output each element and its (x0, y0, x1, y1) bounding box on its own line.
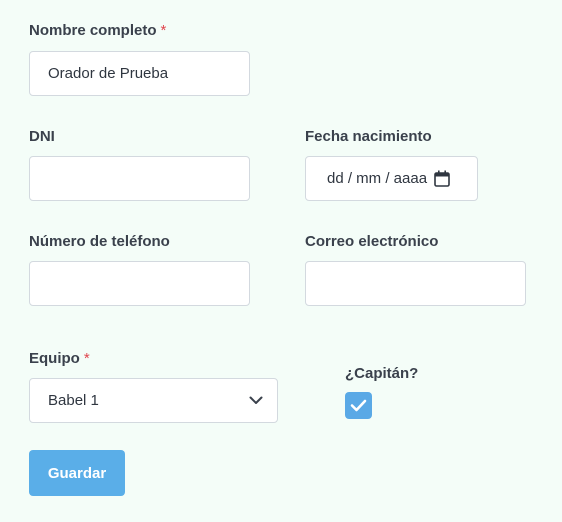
full-name-value: Orador de Prueba (48, 65, 169, 82)
chevron-down-icon (249, 396, 263, 405)
email-input[interactable] (305, 261, 526, 306)
team-selected-value: Babel 1 (48, 392, 99, 409)
checkmark-icon (350, 399, 367, 412)
team-label-text: Equipo (29, 350, 80, 367)
team-label: Equipo * (29, 350, 90, 367)
phone-label: Número de teléfono (29, 233, 170, 250)
team-select[interactable]: Babel 1 (29, 378, 278, 423)
full-name-input[interactable]: Orador de Prueba (29, 51, 250, 96)
save-button[interactable]: Guardar (29, 450, 125, 496)
calendar-icon[interactable] (434, 170, 450, 187)
full-name-label: Nombre completo * (29, 22, 166, 39)
captain-checkbox[interactable] (345, 392, 372, 419)
birth-date-placeholder: dd / mm / aaaa (327, 170, 428, 187)
email-label: Correo electrónico (305, 233, 439, 250)
dni-input[interactable] (29, 156, 250, 201)
birth-date-input[interactable]: dd / mm / aaaa (305, 156, 478, 201)
dni-label: DNI (29, 128, 55, 145)
full-name-label-text: Nombre completo (29, 22, 157, 39)
required-asterisk: * (160, 22, 167, 39)
birth-date-label: Fecha nacimiento (305, 128, 432, 145)
captain-label: ¿Capitán? (345, 365, 419, 382)
required-asterisk: * (83, 350, 90, 367)
phone-input[interactable] (29, 261, 250, 306)
